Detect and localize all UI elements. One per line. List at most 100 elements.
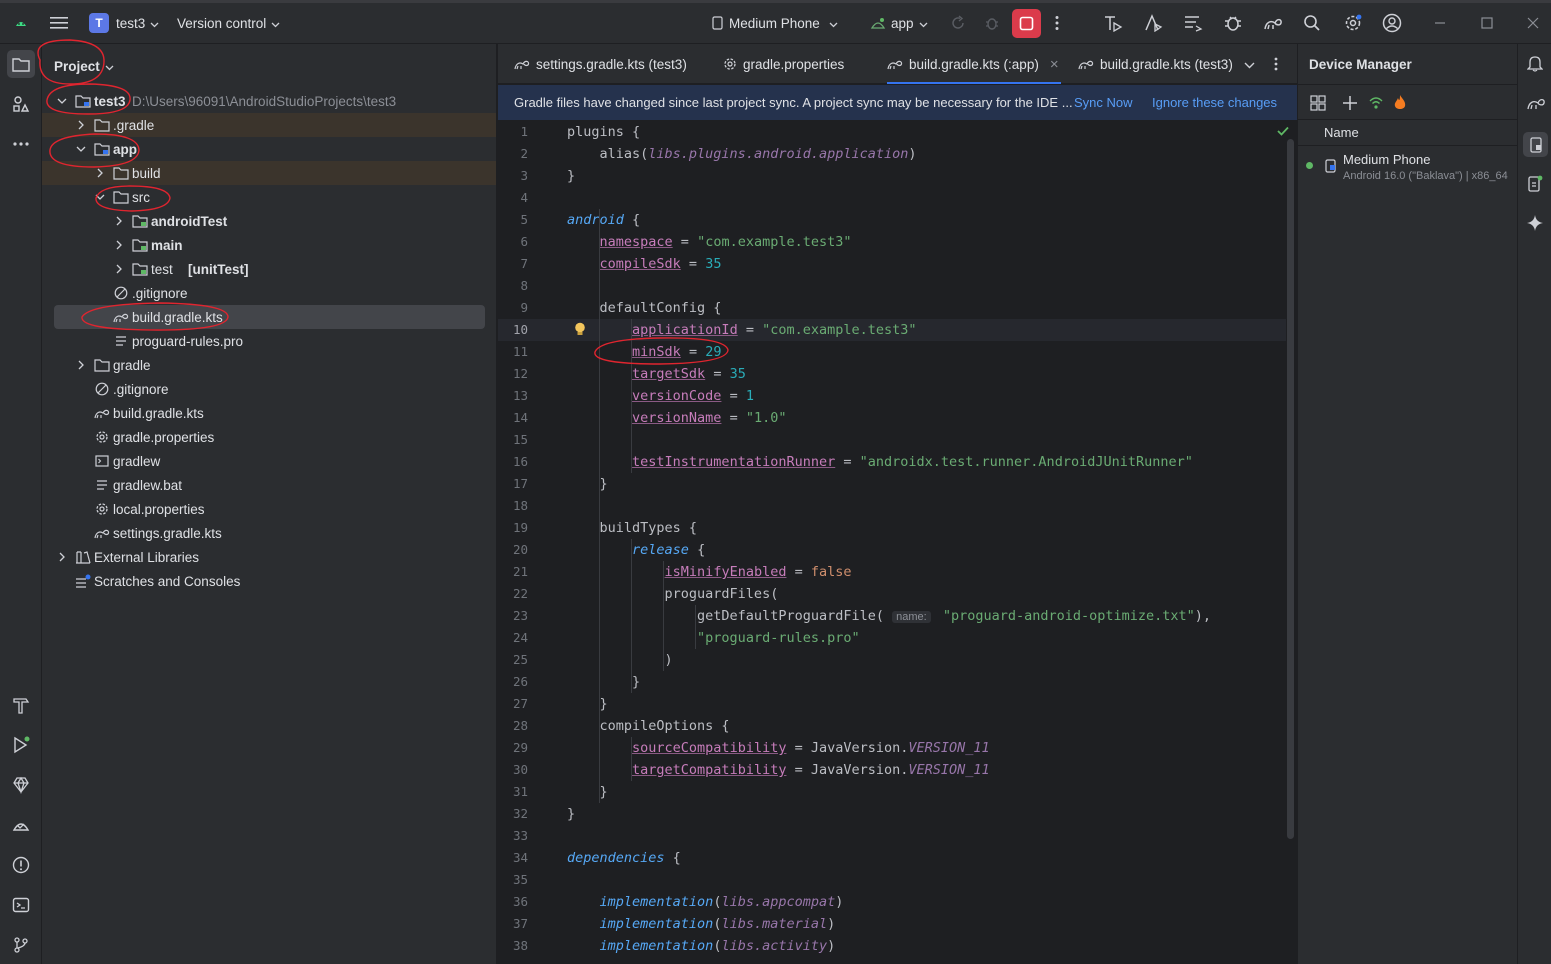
code-line[interactable]: 21 isMinifyEnabled = false bbox=[498, 561, 1286, 583]
gradle-icon[interactable] bbox=[1263, 10, 1283, 36]
tab-settings-gradle-kts[interactable]: settings.gradle.kts (test3) bbox=[514, 44, 687, 84]
stop-button[interactable] bbox=[1012, 9, 1041, 38]
tree-node-build[interactable]: build bbox=[42, 161, 496, 185]
code-line[interactable]: 18 bbox=[498, 495, 1286, 517]
tree-node-gradlew-bat[interactable]: gradlew.bat bbox=[42, 473, 496, 497]
tree-node-gradlew[interactable]: gradlew bbox=[42, 449, 496, 473]
code-line[interactable]: 35 bbox=[498, 869, 1286, 891]
code-line[interactable]: 22 proguardFiles( bbox=[498, 583, 1286, 605]
code-line[interactable]: 34 dependencies { bbox=[498, 847, 1286, 869]
tree-node-dot-gradle[interactable]: .gradle bbox=[42, 113, 496, 137]
chevron-right-icon[interactable] bbox=[113, 239, 125, 251]
code-line[interactable]: 17 } bbox=[498, 473, 1286, 495]
project-folder-icon[interactable] bbox=[7, 50, 35, 78]
running-devices-icon[interactable] bbox=[1527, 175, 1543, 196]
app-inspection-icon[interactable] bbox=[7, 811, 35, 839]
chevron-right-icon[interactable] bbox=[75, 119, 87, 131]
account-icon[interactable] bbox=[1382, 10, 1402, 36]
code-line[interactable]: 19 buildTypes { bbox=[498, 517, 1286, 539]
code-line[interactable]: 14 versionName = "1.0" bbox=[498, 407, 1286, 429]
tree-node-proguard-rules[interactable]: proguard-rules.pro bbox=[42, 329, 496, 353]
chevron-right-icon[interactable] bbox=[56, 551, 68, 563]
code-line[interactable]: 15 bbox=[498, 429, 1286, 451]
tree-node-scratches[interactable]: Scratches and Consoles bbox=[42, 569, 496, 593]
code-line[interactable]: 1 plugins { bbox=[498, 121, 1286, 143]
app-quality-insights-icon[interactable] bbox=[7, 771, 35, 799]
code-line[interactable]: 26 } bbox=[498, 671, 1286, 693]
more-tool-windows-icon[interactable] bbox=[7, 130, 35, 158]
version-control-menu[interactable]: Version control bbox=[177, 10, 280, 36]
more-actions-icon[interactable] bbox=[1055, 10, 1059, 36]
code-line[interactable]: 24 "proguard-rules.pro" bbox=[498, 627, 1286, 649]
chevron-down-icon[interactable] bbox=[75, 143, 87, 155]
code-line[interactable]: 27 } bbox=[498, 693, 1286, 715]
tab-app-build-gradle-kts[interactable]: build.gradle.kts (:app) × bbox=[887, 44, 1061, 84]
editor-more-icon[interactable] bbox=[1274, 44, 1278, 84]
code-line[interactable]: 30 targetCompatibility = JavaVersion.VER… bbox=[498, 759, 1286, 781]
chevron-down-icon[interactable] bbox=[56, 95, 68, 107]
close-tab-button[interactable]: × bbox=[1050, 56, 1059, 73]
run-configuration-selector[interactable]: app bbox=[870, 10, 928, 36]
tree-node-gradle-properties[interactable]: gradle.properties bbox=[42, 425, 496, 449]
maximize-icon[interactable] bbox=[1481, 10, 1493, 36]
code-line[interactable]: 36 implementation(libs.appcompat) bbox=[498, 891, 1286, 913]
code-line[interactable]: 28 compileOptions { bbox=[498, 715, 1286, 737]
rerun-icon[interactable] bbox=[950, 10, 966, 36]
code-line[interactable]: 7 compileSdk = 35 bbox=[498, 253, 1286, 275]
chevron-right-icon[interactable] bbox=[94, 167, 106, 179]
settings-gear-icon[interactable] bbox=[1343, 10, 1363, 36]
code-line[interactable]: 33 bbox=[498, 825, 1286, 847]
resource-manager-icon[interactable] bbox=[7, 90, 35, 118]
code-line[interactable]: 20 release { bbox=[498, 539, 1286, 561]
tree-node-root-gitignore[interactable]: .gitignore bbox=[42, 377, 496, 401]
notifications-bell-icon[interactable] bbox=[1526, 54, 1544, 75]
code-line[interactable]: 11 minSdk = 29 bbox=[498, 341, 1286, 363]
chevron-right-icon[interactable] bbox=[113, 263, 125, 275]
attach-debugger-icon[interactable] bbox=[1223, 10, 1243, 36]
run-icon[interactable] bbox=[7, 731, 35, 759]
code-line[interactable]: 4 bbox=[498, 187, 1286, 209]
code-line[interactable]: 8 bbox=[498, 275, 1286, 297]
tree-node-test[interactable]: test [unitTest] bbox=[42, 257, 496, 281]
tree-node-external-libraries[interactable]: External Libraries bbox=[42, 545, 496, 569]
code-line[interactable]: 9 defaultConfig { bbox=[498, 297, 1286, 319]
device-selector[interactable]: Medium Phone bbox=[711, 10, 838, 36]
code-line[interactable]: 3} bbox=[498, 165, 1286, 187]
git-branch-icon[interactable] bbox=[7, 931, 35, 959]
chevron-right-icon[interactable] bbox=[75, 359, 87, 371]
project-view-selector[interactable]: Project bbox=[54, 56, 114, 76]
problems-icon[interactable] bbox=[7, 851, 35, 879]
tab-root-build-gradle-kts[interactable]: build.gradle.kts (test3) bbox=[1078, 44, 1233, 84]
add-device-icon[interactable] bbox=[1342, 95, 1358, 114]
debug-icon[interactable] bbox=[984, 10, 1000, 36]
close-icon[interactable] bbox=[1527, 10, 1539, 36]
code-line[interactable]: 6 namespace = "com.example.test3" bbox=[498, 231, 1286, 253]
tree-node-gradle[interactable]: gradle bbox=[42, 353, 496, 377]
chevron-right-icon[interactable] bbox=[113, 215, 125, 227]
build-hammer-icon[interactable] bbox=[7, 691, 35, 719]
tree-node-test3[interactable]: test3 D:\Users\96091\AndroidStudioProjec… bbox=[42, 89, 496, 113]
minimize-icon[interactable] bbox=[1434, 10, 1446, 36]
tree-node-local-properties[interactable]: local.properties bbox=[42, 497, 496, 521]
ignore-changes-link[interactable]: Ignore these changes bbox=[1152, 95, 1277, 110]
code-line[interactable]: 31 } bbox=[498, 781, 1286, 803]
code-line[interactable]: 2 alias(libs.plugins.android.application… bbox=[498, 143, 1286, 165]
tree-node-androidtest[interactable]: androidTest bbox=[42, 209, 496, 233]
code-line[interactable]: 38 implementation(libs.activity) bbox=[498, 935, 1286, 957]
code-line[interactable]: 10 applicationId = "com.example.test3" bbox=[498, 319, 1286, 341]
tab-gradle-properties[interactable]: gradle.properties bbox=[723, 44, 844, 84]
search-icon[interactable] bbox=[1303, 10, 1321, 36]
code-line[interactable]: 32} bbox=[498, 803, 1286, 825]
tree-node-src[interactable]: src bbox=[42, 185, 496, 209]
terminal-icon[interactable] bbox=[7, 891, 35, 919]
code-line[interactable]: 23 getDefaultProguardFile( name: "progua… bbox=[498, 605, 1286, 627]
chevron-down-icon[interactable] bbox=[94, 191, 106, 203]
gemini-sparkle-icon[interactable] bbox=[1527, 215, 1543, 234]
tree-node-app[interactable]: app bbox=[42, 137, 496, 161]
code-line[interactable]: 29 sourceCompatibility = JavaVersion.VER… bbox=[498, 737, 1286, 759]
code-line[interactable]: 16 testInstrumentationRunner = "androidx… bbox=[498, 451, 1286, 473]
code-line[interactable]: 25 ) bbox=[498, 649, 1286, 671]
editor-scrollbar[interactable] bbox=[1287, 139, 1294, 839]
tree-node-settings-gradle-kts[interactable]: settings.gradle.kts bbox=[42, 521, 496, 545]
code-line[interactable]: 5 android { bbox=[498, 209, 1286, 231]
